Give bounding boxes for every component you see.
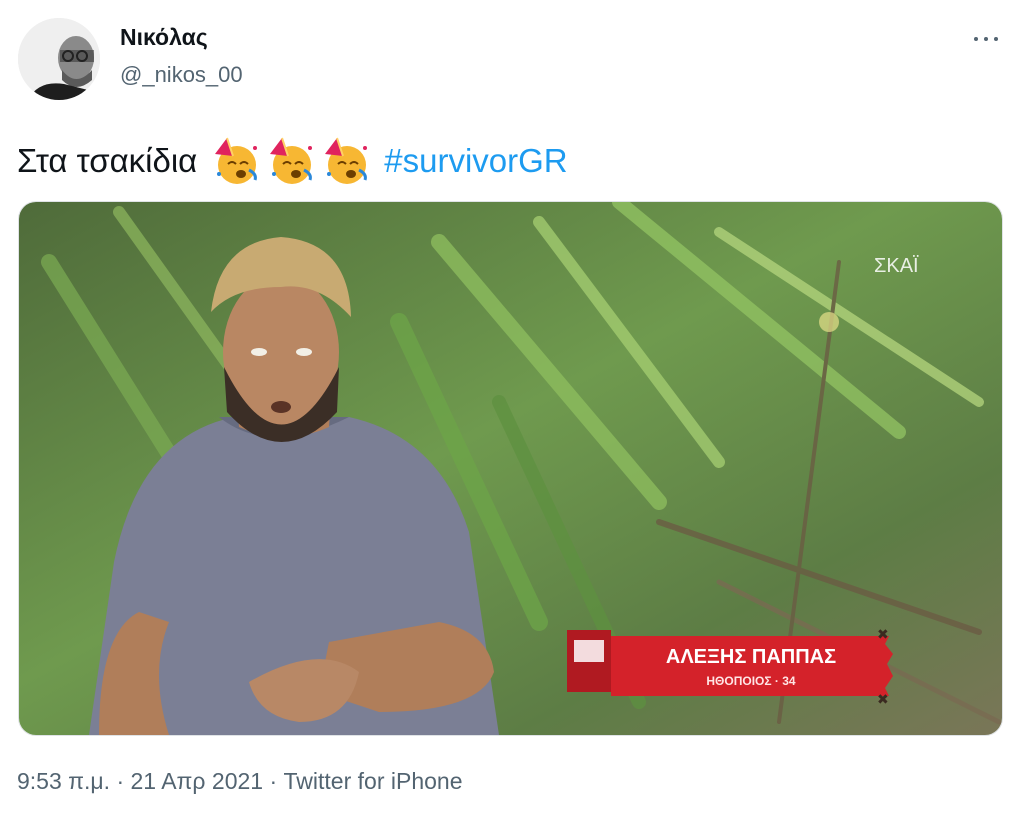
partying-face-emoji: [270, 137, 313, 184]
tweet-time-link[interactable]: 9:53 π.μ.: [17, 768, 110, 794]
tweet-text: Στα τσακίδια #survivorGR: [17, 136, 568, 186]
tweet-date-link[interactable]: 21 Απρ 2021: [131, 768, 264, 794]
tweet-media[interactable]: ΣΚΑΪ ΑΛΕΞΗΣ ΠΑΠΠΑΣ ΗΘΟΠΟΙΟΣ · 34 ✖ ✖: [18, 201, 1003, 736]
partying-face-emoji: [325, 137, 368, 184]
meta-separator: ·: [110, 768, 131, 794]
channel-logo: ΣΚΑΪ: [874, 255, 919, 277]
tweet-metadata: 9:53 π.μ. · 21 Απρ 2021 · Twitter for iP…: [17, 768, 463, 795]
display-name[interactable]: Νικόλας: [120, 24, 208, 51]
caption-detail: ΗΘΟΠΟΙΟΣ · 34: [706, 674, 796, 688]
partying-face-emoji: [215, 137, 258, 184]
svg-text:✖: ✖: [877, 626, 889, 642]
hashtag-link[interactable]: #survivorGR: [384, 142, 567, 180]
video-frame: ΣΚΑΪ ΑΛΕΞΗΣ ΠΑΠΠΑΣ ΗΘΟΠΟΙΟΣ · 34 ✖ ✖: [19, 202, 1002, 735]
more-dots-icon[interactable]: [970, 22, 1002, 54]
user-handle[interactable]: @_nikos_00: [120, 62, 243, 88]
avatar[interactable]: [18, 18, 100, 100]
svg-text:✖: ✖: [877, 691, 889, 707]
tweet-source-link[interactable]: Twitter for iPhone: [284, 768, 463, 794]
meta-separator: ·: [263, 768, 284, 794]
tweet-body: Στα τσακίδια: [17, 142, 198, 179]
name-caption: ΑΛΕΞΗΣ ΠΑΠΠΑΣ ΗΘΟΠΟΙΟΣ · 34 ✖ ✖: [567, 626, 893, 707]
caption-name: ΑΛΕΞΗΣ ΠΑΠΠΑΣ: [666, 646, 836, 668]
profile-photo: [18, 18, 100, 100]
